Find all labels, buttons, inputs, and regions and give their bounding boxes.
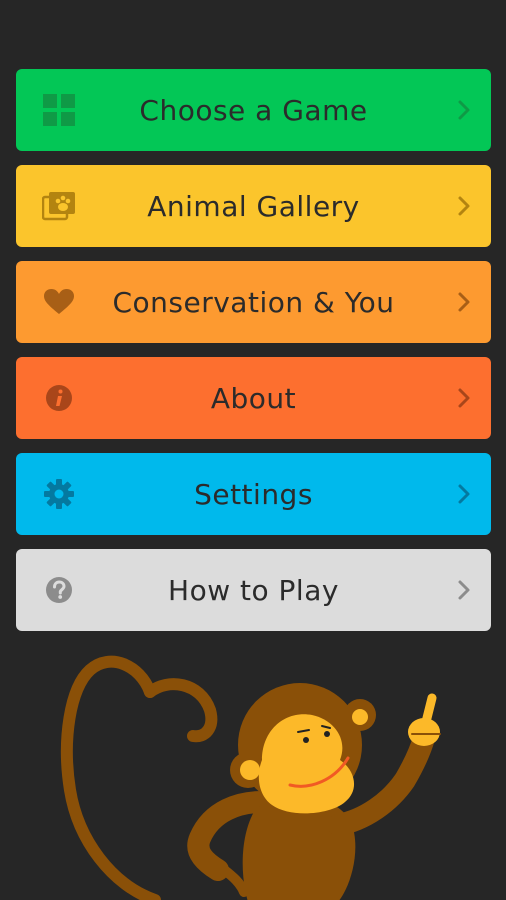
about-label: About — [210, 381, 297, 415]
animal-gallery-button[interactable]: Animal Gallery — [16, 165, 491, 247]
conservation-and-you-button[interactable]: Conservation & You — [16, 261, 491, 343]
choose-a-game-button[interactable]: Choose a Game — [16, 69, 491, 151]
chevron-right-icon — [457, 195, 471, 217]
grid-icon — [42, 93, 76, 127]
info-icon — [42, 381, 76, 415]
conservation-and-you-label: Conservation & You — [112, 285, 395, 319]
heart-icon — [42, 285, 76, 319]
gear-icon — [42, 477, 76, 511]
main-menu: Choose a Game Animal Gallery Conservatio… — [16, 69, 491, 645]
photo-gallery-icon — [42, 189, 76, 223]
chevron-right-icon — [457, 99, 471, 121]
how-to-play-label: How to Play — [168, 573, 339, 607]
settings-label: Settings — [194, 477, 313, 511]
chevron-right-icon — [457, 291, 471, 313]
chevron-right-icon — [457, 483, 471, 505]
how-to-play-button[interactable]: How to Play — [16, 549, 491, 631]
about-button[interactable]: About — [16, 357, 491, 439]
animal-gallery-label: Animal Gallery — [147, 189, 360, 223]
chevron-right-icon — [457, 579, 471, 601]
help-icon — [42, 573, 76, 607]
monkey-mascot-illustration — [60, 655, 441, 900]
settings-button[interactable]: Settings — [16, 453, 491, 535]
choose-a-game-label: Choose a Game — [139, 93, 368, 127]
chevron-right-icon — [457, 387, 471, 409]
